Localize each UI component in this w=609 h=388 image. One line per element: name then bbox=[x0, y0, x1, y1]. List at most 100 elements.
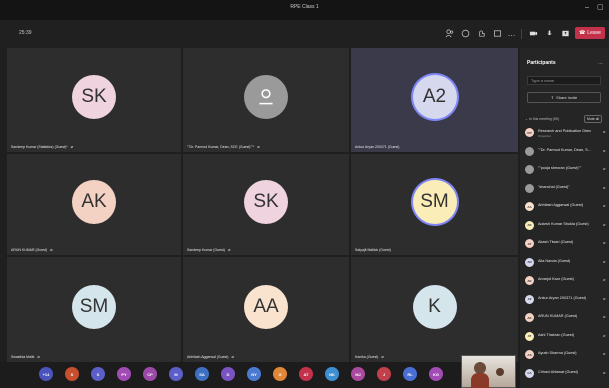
participant-avatar: SK bbox=[244, 179, 288, 224]
participant-chip[interactable]: G bbox=[273, 367, 287, 381]
video-tile[interactable]: SK Sandeep Kumar (Guest) ⌀ bbox=[183, 154, 349, 255]
more-participants-chip[interactable]: +14 bbox=[39, 367, 53, 381]
participant-avatar: SM bbox=[72, 284, 116, 329]
participant-chip[interactable]: PY bbox=[117, 367, 131, 381]
in-meeting-header[interactable]: ⌄ In this meeting (59) bbox=[525, 117, 559, 121]
participant-avatar: AK bbox=[525, 276, 534, 285]
search-input[interactable]: Type a name bbox=[527, 76, 601, 85]
mic-off-icon: ⌀ bbox=[603, 277, 606, 282]
reactions-icon[interactable] bbox=[476, 28, 487, 39]
mic-off-icon: ⌀ bbox=[603, 203, 606, 208]
minimize-button[interactable]: – bbox=[585, 4, 589, 12]
participant-row[interactable]: RP Research and Publication Direc Organize… bbox=[525, 126, 607, 140]
avatar-initials: AA bbox=[253, 295, 279, 317]
video-tile[interactable]: SM Satyajit Mallick (Guest) bbox=[351, 154, 518, 255]
participant-chip[interactable]: S bbox=[65, 367, 79, 381]
maximize-button[interactable]: ▢ bbox=[597, 4, 604, 12]
participant-row[interactable]: AK ARUN KUMAR (Guest) ⌀ bbox=[525, 311, 607, 325]
chat-icon[interactable] bbox=[460, 28, 471, 39]
in-meeting-count: In this meeting (59) bbox=[528, 117, 559, 121]
participant-row[interactable]: ""pooja sheoran (Guest)"" ⌀ bbox=[525, 163, 607, 177]
video-tile[interactable]: AA Abhilash Aggarwal (Guest) ⌀ bbox=[183, 257, 349, 362]
participant-name: ARUN KUMAR (Guest) bbox=[538, 314, 578, 318]
participant-avatar: AS bbox=[525, 350, 534, 359]
mic-off-icon: ⌀ bbox=[603, 332, 606, 338]
rooms-icon[interactable] bbox=[492, 28, 503, 39]
video-tile[interactable]: SK Sandeep Kumar (Statistics) (Guest)* ⌀ bbox=[7, 48, 181, 152]
window-title: RPE Class 1 bbox=[290, 4, 319, 10]
title-bar: RPE Class 1 – ▢ bbox=[0, 0, 609, 20]
participant-name: Abhilash Aggarwal (Guest) bbox=[538, 203, 583, 207]
mic-off-icon: ⌀ bbox=[257, 144, 260, 149]
participant-avatar: AT bbox=[525, 331, 534, 341]
participant-avatar: CA bbox=[525, 368, 534, 378]
phone-icon: ☎ bbox=[579, 30, 586, 36]
camera-icon[interactable] bbox=[528, 28, 539, 39]
participant-row[interactable]: AN Alia Nanda (Guest) ⌀ bbox=[525, 256, 607, 270]
participant-row[interactable]: "shanchal (Guest)" ⌀ bbox=[525, 182, 607, 196]
participant-chip[interactable]: AT bbox=[299, 367, 313, 381]
participant-chip[interactable]: J bbox=[377, 367, 391, 381]
self-video-preview[interactable] bbox=[461, 355, 516, 388]
participant-name: Kanika (Guest) bbox=[355, 354, 379, 359]
video-tile[interactable]: A2 Ankur Aryan 200371 (Guest) bbox=[351, 48, 518, 152]
participant-avatar: K bbox=[412, 284, 457, 329]
mic-off-icon: ⌀ bbox=[603, 221, 606, 227]
mic-off-icon: ⌀ bbox=[603, 129, 606, 134]
mic-off-icon: ⌀ bbox=[603, 295, 606, 301]
leave-button[interactable]: ☎ Leave bbox=[575, 27, 605, 39]
more-icon[interactable]: … bbox=[506, 28, 517, 39]
participant-chip[interactable]: KG bbox=[429, 367, 443, 381]
mic-off-icon: ⌀ bbox=[603, 240, 606, 245]
participant-row[interactable]: AK Amarjot Kaur (Guest) ⌀ bbox=[525, 274, 607, 288]
participant-row[interactable]: AA Abhilash Aggarwal (Guest) ⌀ bbox=[525, 200, 607, 214]
participant-chip[interactable]: MJ bbox=[351, 367, 365, 381]
participant-avatar: AA bbox=[244, 284, 288, 329]
participant-chip[interactable]: NK bbox=[325, 367, 339, 381]
participant-chip[interactable]: M bbox=[169, 367, 183, 381]
mic-off-icon: ⌀ bbox=[231, 354, 234, 359]
participant-avatar bbox=[525, 165, 534, 174]
video-tile[interactable]: K Kanika (Guest) ⌀ bbox=[351, 257, 518, 362]
participant-avatar: AN bbox=[525, 257, 534, 267]
participant-row[interactable]: A2 Ankur Aryan 200371 (Guest) ⌀ bbox=[525, 293, 607, 307]
participant-avatar: AA bbox=[525, 202, 534, 211]
participant-chip[interactable]: RL bbox=[403, 367, 417, 381]
participant-avatar: AT bbox=[525, 239, 534, 248]
share-icon[interactable] bbox=[560, 28, 571, 39]
participant-name: Adarsh Kumar Shukla (Guest) bbox=[538, 221, 589, 226]
video-tile[interactable]: ""Dr. Parmod Kumar, Dean, SCE (Guest)""*… bbox=[183, 48, 349, 152]
participant-name: ""Dr. Parmod Kumar, Dean, S... bbox=[538, 147, 591, 152]
leave-label: Leave bbox=[587, 30, 601, 36]
participant-chip[interactable]: NY bbox=[247, 367, 261, 381]
share-invite-button[interactable]: ⇪ Share invite bbox=[527, 92, 601, 103]
participant-name: Alia Nanda (Guest) bbox=[538, 258, 571, 263]
tile-name-label: ""Dr. Parmod Kumar, Dean, SCE (Guest)""*… bbox=[187, 144, 260, 149]
participant-avatar bbox=[525, 183, 534, 193]
participant-avatar: A2 bbox=[412, 75, 457, 119]
participant-name: ARUN KUMAR (Guest) bbox=[11, 247, 48, 252]
participant-row[interactable]: CA Chhavi Ahlawat (Guest) ⌀ bbox=[525, 367, 607, 381]
tile-name-label: Sandeep Kumar (Guest) ⌀ bbox=[187, 247, 230, 252]
participants-icon[interactable] bbox=[444, 28, 455, 39]
mic-icon[interactable] bbox=[544, 28, 555, 39]
participant-row[interactable]: ""Dr. Parmod Kumar, Dean, S... ⌀ bbox=[525, 145, 607, 159]
participant-row[interactable]: AT Ashi Thakran (Guest) ⌀ bbox=[525, 330, 607, 344]
participant-chip[interactable]: D bbox=[221, 367, 235, 381]
mic-off-icon: ⌀ bbox=[603, 351, 606, 356]
participant-row[interactable]: AS Ayush Sharma (Guest) ⌀ bbox=[525, 348, 607, 362]
participant-chip[interactable]: SA bbox=[195, 367, 209, 381]
participant-row[interactable]: AT Akash Tiwari (Guest) ⌀ bbox=[525, 237, 607, 251]
panel-more-icon[interactable]: … bbox=[598, 60, 603, 66]
mic-off-icon: ⌀ bbox=[70, 144, 74, 149]
participant-row[interactable]: AK Adarsh Kumar Shukla (Guest) ⌀ bbox=[525, 219, 607, 233]
second-person-head bbox=[496, 368, 504, 376]
tile-name-label: ARUN KUMAR (Guest) ⌀ bbox=[11, 247, 53, 252]
participant-chip[interactable]: S bbox=[91, 367, 105, 381]
mute-all-button[interactable]: Mute all bbox=[584, 115, 602, 123]
avatar-initials: SM bbox=[79, 295, 109, 317]
participant-chip[interactable]: CP bbox=[143, 367, 157, 381]
participant-name: Amarjot Kaur (Guest) bbox=[538, 277, 574, 281]
video-tile[interactable]: AK ARUN KUMAR (Guest) ⌀ bbox=[7, 154, 181, 255]
video-tile[interactable]: SM Swasthia Malik ⌀ bbox=[7, 257, 181, 362]
